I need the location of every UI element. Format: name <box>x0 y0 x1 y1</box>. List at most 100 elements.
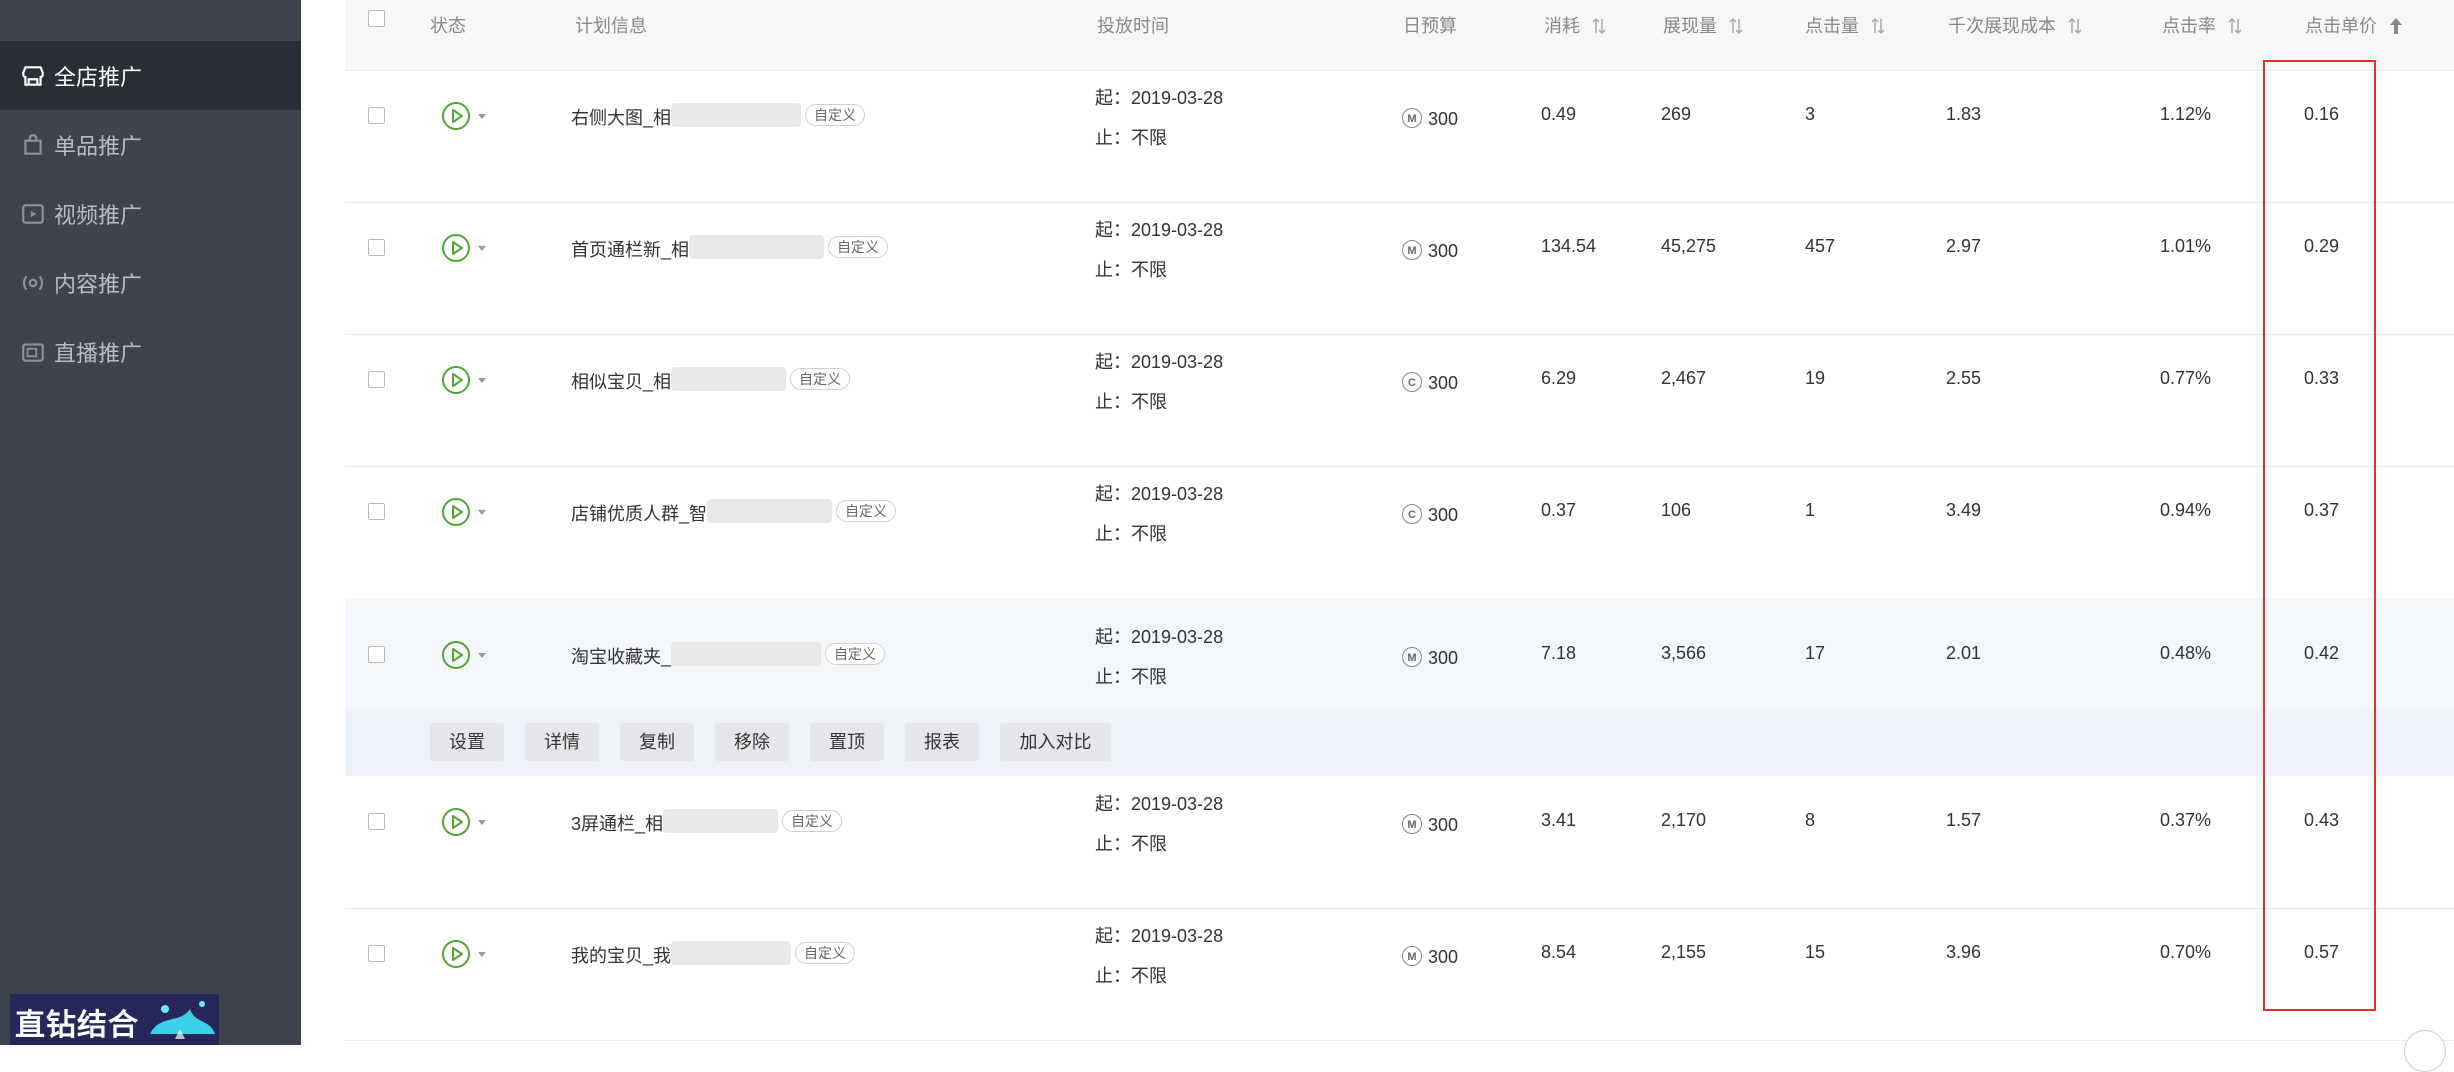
row-checkbox[interactable] <box>368 813 385 830</box>
sidebar-item-store-promotion[interactable]: 全店推广 <box>0 41 301 110</box>
sort-ascending-icon[interactable] <box>2388 17 2404 35</box>
budget-type-icon: M <box>1402 946 1422 966</box>
ctr-value: 0.77% <box>2160 368 2212 388</box>
sidebar-item-live-promotion[interactable]: 直播推广 <box>0 317 301 386</box>
play-status-icon[interactable] <box>441 233 471 263</box>
plan-name[interactable]: 店铺优质人群_智 <box>571 500 707 526</box>
play-status-icon[interactable] <box>441 807 471 837</box>
plan-name[interactable]: 相似宝贝_相 <box>571 368 671 394</box>
row-checkbox[interactable] <box>368 945 385 962</box>
end-date: 止：不限 <box>1095 966 1167 986</box>
add-compare-button[interactable]: 加入对比 <box>1000 723 1111 761</box>
sidebar-item-single-promotion[interactable]: 单品推广 <box>0 110 301 179</box>
table-row[interactable]: 相似宝贝_相 自定义 起：2019-03-28 止：不限 C 300 6.29 … <box>345 334 2454 467</box>
header-cpc[interactable]: 点击单价 <box>2305 12 2404 38</box>
play-status-icon[interactable] <box>441 939 471 969</box>
sidebar-item-video-promotion[interactable]: 视频推广 <box>0 179 301 248</box>
promo-banner[interactable]: 直钻结合 <box>10 994 219 1045</box>
pin-top-button[interactable]: 置顶 <box>810 723 884 761</box>
chevron-down-icon[interactable] <box>478 820 486 825</box>
play-status-icon[interactable] <box>441 101 471 131</box>
video-icon <box>22 203 44 224</box>
masked-text <box>671 103 802 127</box>
promo-text: 直钻结合 <box>15 1008 139 1043</box>
chevron-down-icon[interactable] <box>478 653 486 658</box>
daily-budget[interactable]: 300 <box>1428 109 1458 130</box>
play-status-icon[interactable] <box>441 365 471 395</box>
header-cpm[interactable]: 千次展现成本 <box>1948 12 2083 38</box>
sort-icon[interactable] <box>1870 17 1886 35</box>
row-checkbox[interactable] <box>368 503 385 520</box>
start-date: 起：2019-03-28 <box>1095 484 1224 504</box>
row-checkbox[interactable] <box>368 646 385 663</box>
clicks-value: 1 <box>1805 500 1816 520</box>
budget-type-icon: C <box>1402 372 1422 392</box>
row-checkbox[interactable] <box>368 371 385 388</box>
budget-type-icon: M <box>1402 240 1422 260</box>
plan-name[interactable]: 首页通栏新_相 <box>571 236 689 262</box>
row-actions-bar: 设置 详情 复制 移除 置顶 报表 加入对比 <box>345 709 2454 776</box>
custom-tag: 自定义 <box>782 810 843 832</box>
cpm-value: 3.96 <box>1946 942 1982 962</box>
sidebar: 全店推广 单品推广 视频推广 内容推广 直播推广 直钻结合 <box>0 0 301 1045</box>
header-cost[interactable]: 消耗 <box>1544 12 1607 38</box>
table-row[interactable]: 淘宝收藏夹_ 自定义 起：2019-03-28 止：不限 M 300 7.18 … <box>345 598 2454 710</box>
header-impressions[interactable]: 展现量 <box>1663 12 1744 38</box>
row-checkbox[interactable] <box>368 239 385 256</box>
copy-button[interactable]: 复制 <box>620 723 694 761</box>
sort-icon[interactable] <box>1591 17 1607 35</box>
table-row[interactable]: 3屏通栏_相 自定义 起：2019-03-28 止：不限 M 300 3.41 … <box>345 776 2454 909</box>
daily-budget[interactable]: 300 <box>1428 241 1458 262</box>
clicks-value: 19 <box>1805 368 1826 388</box>
cpm-value: 2.97 <box>1946 236 1982 256</box>
chevron-down-icon[interactable] <box>478 378 486 383</box>
store-icon <box>22 65 44 86</box>
custom-tag: 自定义 <box>795 942 856 964</box>
table-row[interactable]: 首页通栏新_相 自定义 起：2019-03-28 止：不限 M 300 134.… <box>345 202 2454 335</box>
daily-budget[interactable]: 300 <box>1428 815 1458 836</box>
daily-budget[interactable]: 300 <box>1428 505 1458 526</box>
scroll-top-button[interactable] <box>2404 1030 2446 1072</box>
highlight-box <box>2263 60 2376 1011</box>
custom-tag: 自定义 <box>790 368 851 390</box>
sidebar-item-label: 单品推广 <box>54 133 143 159</box>
report-button[interactable]: 报表 <box>905 723 979 761</box>
header-plan-info: 计划信息 <box>575 16 647 36</box>
chevron-down-icon[interactable] <box>478 510 486 515</box>
play-status-icon[interactable] <box>441 497 471 527</box>
header-ctr-label: 点击率 <box>2162 16 2216 36</box>
table-row[interactable]: 右侧大图_相 自定义 起：2019-03-28 止：不限 M 300 0.49 … <box>345 70 2454 203</box>
sidebar-item-content-promotion[interactable]: 内容推广 <box>0 248 301 317</box>
chevron-down-icon[interactable] <box>478 246 486 251</box>
sort-icon[interactable] <box>2067 17 2083 35</box>
table-row[interactable]: 店铺优质人群_智 自定义 起：2019-03-28 止：不限 C 300 0.3… <box>345 466 2454 599</box>
remove-button[interactable]: 移除 <box>715 723 789 761</box>
plan-name[interactable]: 淘宝收藏夹_ <box>571 643 671 669</box>
header-clicks[interactable]: 点击量 <box>1805 12 1886 38</box>
sidebar-item-label: 直播推广 <box>54 340 143 366</box>
cost-value: 134.54 <box>1541 236 1597 256</box>
header-ctr[interactable]: 点击率 <box>2162 12 2243 38</box>
plan-name[interactable]: 3屏通栏_相 <box>571 810 663 836</box>
play-status-icon[interactable] <box>441 640 471 670</box>
row-checkbox[interactable] <box>368 107 385 124</box>
sort-icon[interactable] <box>2227 17 2243 35</box>
plan-name[interactable]: 我的宝贝_我 <box>571 942 671 968</box>
end-date: 止：不限 <box>1095 667 1167 687</box>
settings-button[interactable]: 设置 <box>430 723 504 761</box>
table-header: 状态 计划信息 投放时间 日预算 消耗 展现量 点击量 千次展现成本 点击率 点… <box>345 0 2454 71</box>
daily-budget[interactable]: 300 <box>1428 373 1458 394</box>
ctr-value: 0.70% <box>2160 942 2212 962</box>
splash-decoration-icon <box>150 1001 215 1039</box>
table-row[interactable]: 我的宝贝_我 自定义 起：2019-03-28 止：不限 M 300 8.54 … <box>345 908 2454 1041</box>
daily-budget[interactable]: 300 <box>1428 947 1458 968</box>
daily-budget[interactable]: 300 <box>1428 648 1458 669</box>
select-all-checkbox[interactable] <box>368 10 385 27</box>
chevron-down-icon[interactable] <box>478 952 486 957</box>
chevron-down-icon[interactable] <box>478 114 486 119</box>
details-button[interactable]: 详情 <box>525 723 599 761</box>
plan-name[interactable]: 右侧大图_相 <box>571 104 671 130</box>
clicks-value: 8 <box>1805 810 1816 830</box>
budget-type-icon: C <box>1402 504 1422 524</box>
sort-icon[interactable] <box>1728 17 1744 35</box>
